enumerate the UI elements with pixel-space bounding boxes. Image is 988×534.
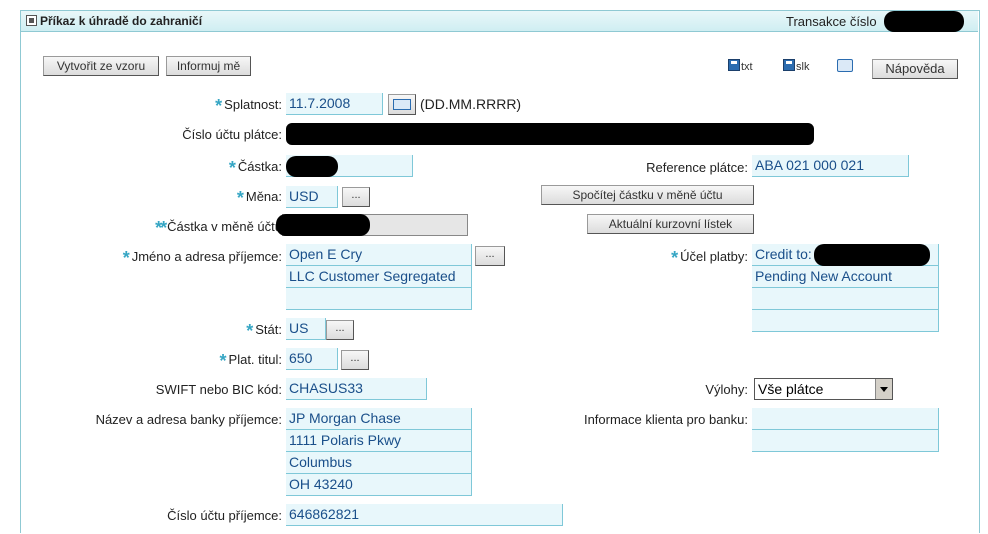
form-icon <box>26 15 37 26</box>
purpose-line-3[interactable] <box>752 288 939 310</box>
exchange-rates-button[interactable]: Aktuální kurzovní lístek <box>587 214 754 234</box>
redacted-account-amount <box>276 214 370 236</box>
bank-line-3[interactable]: Columbus <box>286 452 472 474</box>
beneficiary-account-label: Číslo účtu příjemce: <box>167 508 282 523</box>
country-label: * Stát: <box>246 321 282 341</box>
beneficiary-line-1[interactable]: Open E Cry <box>286 244 472 266</box>
swift-label: SWIFT nebo BIC kód: <box>155 382 282 397</box>
bank-line-1[interactable]: JP Morgan Chase <box>286 408 472 430</box>
calculate-amount-button[interactable]: Spočítej částku v měně účtu <box>541 185 754 205</box>
currency-input[interactable]: USD <box>286 186 338 208</box>
payer-reference-label: Reference plátce: <box>646 160 748 175</box>
beneficiary-account-input[interactable]: 646862821 <box>286 504 563 526</box>
fees-label: Výlohy: <box>705 382 748 397</box>
purpose-line-2[interactable]: Pending New Account <box>752 266 939 288</box>
amount-label: * Částka: <box>228 158 282 178</box>
client-info-line-1[interactable] <box>752 408 939 430</box>
purpose-line-4[interactable] <box>752 310 939 332</box>
export-txt-link[interactable]: txt <box>728 59 753 73</box>
date-format-hint: (DD.MM.RRRR) <box>420 96 522 112</box>
beneficiary-label: * Jméno a adresa příjemce: <box>122 248 282 268</box>
transaction-label: Transakce číslo <box>786 14 877 29</box>
payer-account-label: Číslo účtu plátce: <box>182 127 282 142</box>
purpose-label: * Účel platby: <box>671 248 748 268</box>
help-button[interactable]: Nápověda <box>872 59 958 79</box>
create-from-template-button[interactable]: Vytvořit ze vzoru <box>43 56 159 76</box>
inform-me-button[interactable]: Informuj mě <box>166 56 251 76</box>
payment-title-label: * Plat. titul: <box>219 351 282 371</box>
payment-title-input[interactable]: 650 <box>286 348 338 370</box>
country-input[interactable]: US <box>286 318 326 340</box>
redacted-transaction-number <box>884 11 964 32</box>
fees-select[interactable]: Vše plátce <box>754 378 893 400</box>
client-info-line-2[interactable] <box>752 430 939 452</box>
beneficiary-picker-button[interactable]: ... <box>475 246 505 266</box>
swift-input[interactable]: CHASUS33 <box>286 378 427 400</box>
currency-label: * Měna: <box>236 188 282 208</box>
calendar-button[interactable] <box>388 94 416 115</box>
country-picker-button[interactable]: ... <box>326 320 354 340</box>
beneficiary-line-2[interactable]: LLC Customer Segregated <box>286 266 472 288</box>
export-slk-link[interactable]: slk <box>783 59 809 73</box>
maturity-input[interactable]: 11.7.2008 <box>286 93 383 115</box>
maturity-label: * Splatnost: <box>215 96 282 116</box>
calendar-icon <box>393 99 411 110</box>
payment-title-picker-button[interactable]: ... <box>341 350 369 370</box>
redacted-amount <box>286 156 338 177</box>
page-title: Příkaz k úhradě do zahraničí <box>40 14 203 28</box>
redacted-purpose <box>814 244 930 266</box>
floppy-disk-icon <box>783 59 795 71</box>
floppy-disk-icon <box>728 59 740 71</box>
printer-icon[interactable] <box>837 59 853 72</box>
beneficiary-line-3[interactable] <box>286 288 472 310</box>
client-info-label: Informace klienta pro banku: <box>583 412 748 427</box>
bank-label: Název a adresa banky příjemce: <box>95 412 282 427</box>
account-currency-amount-label: ** Částka v měně účtu <box>155 218 282 238</box>
bank-line-4[interactable]: OH 43240 <box>286 474 472 496</box>
bank-line-2[interactable]: 1111 Polaris Pkwy <box>286 430 472 452</box>
redacted-payer-account[interactable] <box>286 123 814 145</box>
currency-picker-button[interactable]: ... <box>342 187 370 207</box>
chevron-down-icon[interactable] <box>875 379 892 399</box>
payer-reference-input[interactable]: ABA 021 000 021 <box>752 155 909 177</box>
